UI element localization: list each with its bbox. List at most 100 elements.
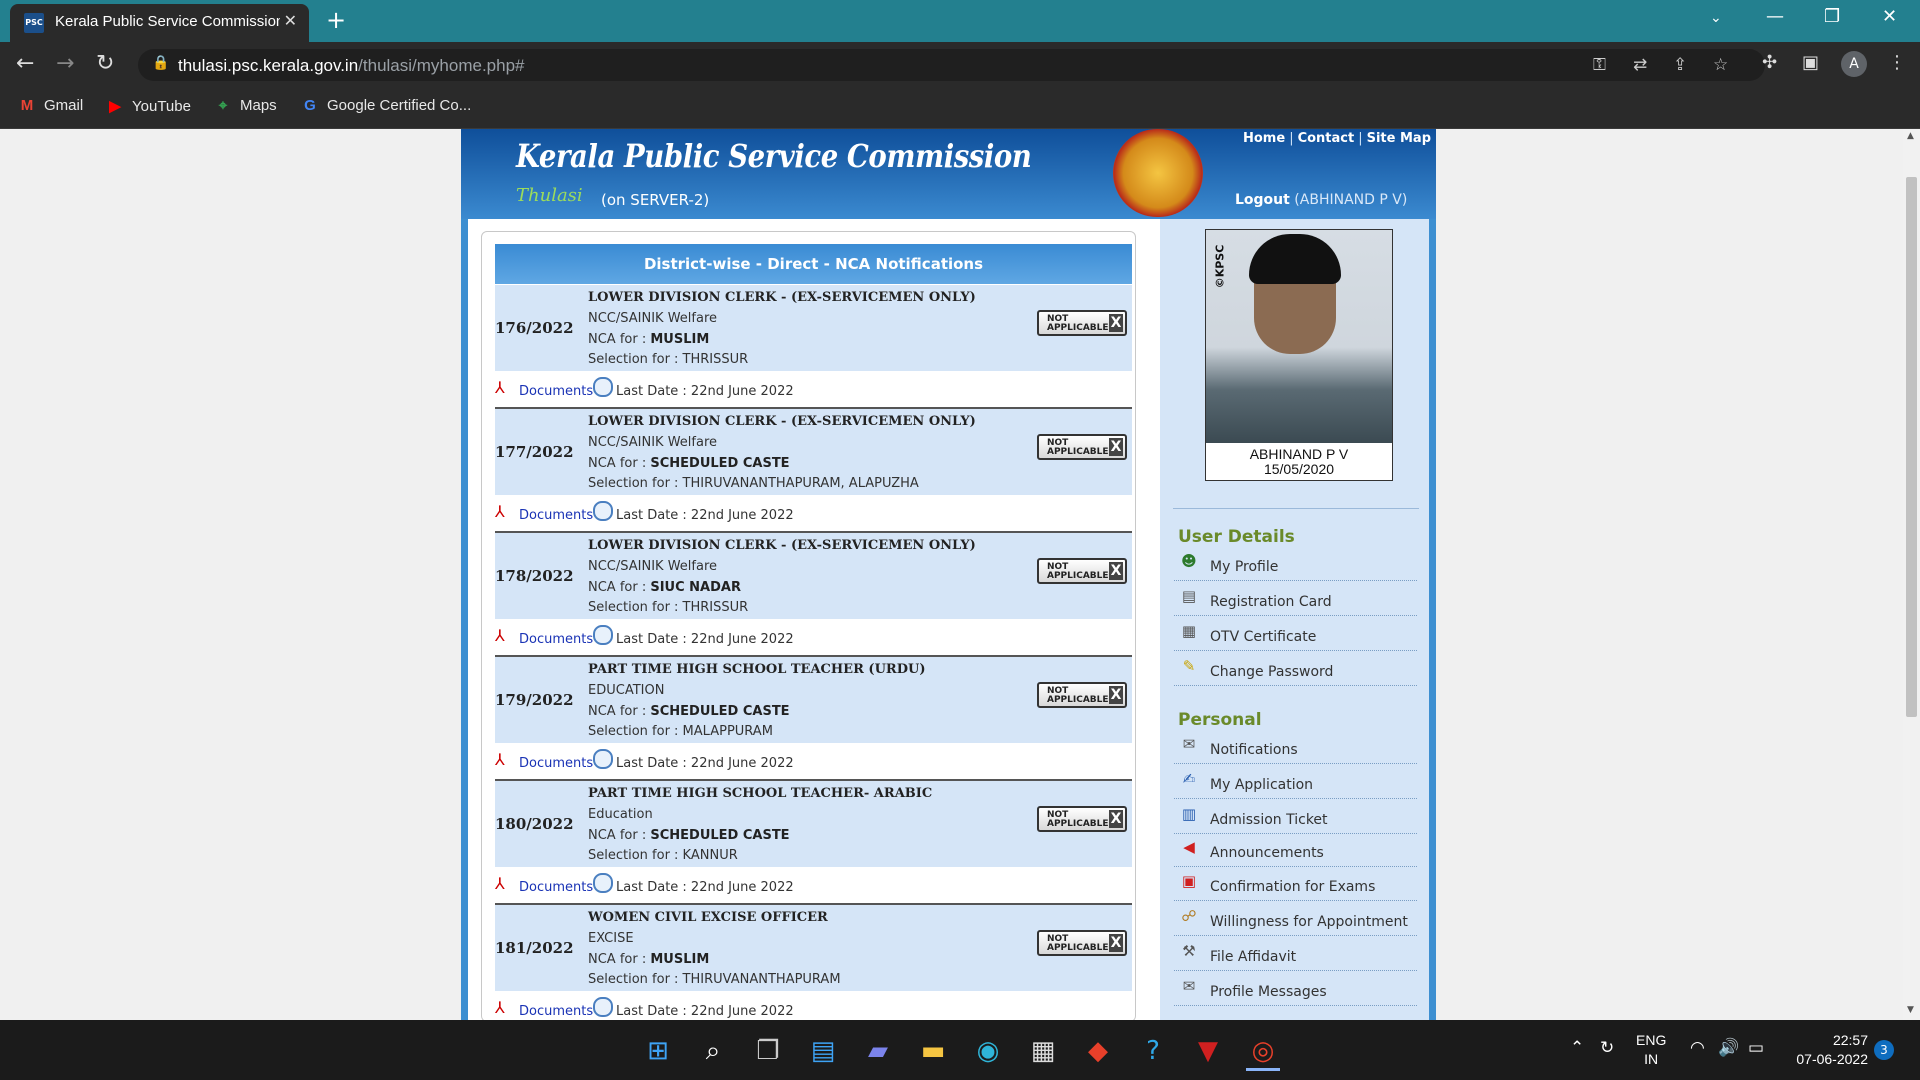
sidebar-item-my-profile[interactable]: ☻ My Profile — [1174, 546, 1417, 581]
sidebar-item-notifications[interactable]: ✉ Notifications — [1174, 729, 1417, 764]
pdf-icon[interactable]: ⅄ — [495, 502, 511, 521]
sidebar-item-label: My Profile — [1210, 559, 1279, 575]
sidebar-item-file-affidavit[interactable]: ⚒ File Affidavit — [1174, 936, 1417, 971]
last-date: Last Date : 22nd June 2022 — [616, 384, 794, 399]
notifications-panel: District-wise - Direct - NCA Notificatio… — [481, 231, 1136, 1020]
message-icon: ✉ — [1182, 977, 1196, 995]
bookmark-google-certified[interactable]: G Google Certified Co... — [301, 97, 471, 114]
pdf-icon[interactable]: ⅄ — [495, 874, 511, 893]
pdf-icon[interactable]: ⅄ — [495, 378, 511, 397]
close-tab-icon[interactable]: ✕ — [284, 11, 297, 30]
windows-start-icon[interactable]: ⊞ — [641, 1034, 675, 1068]
bookmark-star-icon[interactable]: ☆ — [1713, 55, 1728, 75]
documents-link[interactable]: Documents — [519, 632, 593, 647]
lock-icon[interactable]: 🔒 — [152, 55, 169, 71]
pdf-icon[interactable]: ⅄ — [495, 750, 511, 769]
logged-in-user: (ABHINAND P V) — [1294, 192, 1408, 208]
forward-button[interactable]: → — [56, 51, 74, 76]
system-clock[interactable]: 22:57 07-06-2022 — [1786, 1031, 1868, 1069]
contact-link[interactable]: Contact — [1298, 131, 1355, 146]
pencil-icon: ✎ — [1182, 657, 1196, 675]
bookmark-gmail[interactable]: M Gmail — [18, 97, 83, 114]
scroll-down-icon[interactable]: ▼ — [1907, 1005, 1914, 1015]
browser-tab[interactable]: PSC Kerala Public Service Commission ✕ — [10, 4, 309, 42]
chrome-icon[interactable]: ◎ — [1246, 1034, 1280, 1071]
volume-icon[interactable]: 🔊 — [1718, 1038, 1739, 1058]
share-icon[interactable]: ⇪ — [1673, 55, 1687, 75]
clock-icon — [593, 625, 613, 645]
selection-district: Selection for : THIRUVANANTHAPURAM, ALAP… — [588, 476, 919, 491]
scroll-thumb[interactable] — [1906, 177, 1917, 717]
not-applicable-button[interactable]: NOT APPLICABLE X — [1037, 434, 1127, 460]
sidebar-item-otv-certificate[interactable]: ▦ OTV Certificate — [1174, 616, 1417, 651]
translate-icon[interactable]: ⇄ — [1633, 55, 1647, 75]
sidebar-item-my-application[interactable]: ✍ My Application — [1174, 764, 1417, 799]
tab-title: Kerala Public Service Commission — [55, 13, 280, 30]
logout-link[interactable]: Logout — [1235, 192, 1290, 208]
notification-number: 178/2022 — [495, 567, 574, 585]
sidebar-item-profile-messages[interactable]: ✉ Profile Messages — [1174, 971, 1417, 1006]
selection-district: Selection for : THIRUVANANTHAPURAM — [588, 972, 841, 987]
minimize-button[interactable]: — — [1766, 6, 1784, 27]
key-icon[interactable]: ⚿ — [1593, 55, 1606, 75]
not-applicable-button[interactable]: NOT APPLICABLE X — [1037, 806, 1127, 832]
not-applicable-button[interactable]: NOT APPLICABLE X — [1037, 682, 1127, 708]
address-bar[interactable]: 🔒 thulasi.psc.kerala.gov.in/thulasi/myho… — [138, 49, 1765, 81]
not-applicable-button[interactable]: NOT APPLICABLE X — [1037, 558, 1127, 584]
wifi-icon[interactable]: ◠ — [1690, 1038, 1705, 1058]
documents-link[interactable]: Documents — [519, 756, 593, 771]
close-window-button[interactable]: ✕ — [1882, 6, 1897, 27]
profile-avatar[interactable]: A — [1841, 51, 1867, 77]
home-link[interactable]: Home — [1243, 131, 1285, 146]
sync-icon[interactable]: ↻ — [1600, 1038, 1614, 1058]
edge-icon[interactable]: ◉ — [971, 1034, 1005, 1068]
help-icon[interactable]: ? — [1136, 1034, 1170, 1068]
new-tab-button[interactable]: + — [326, 6, 346, 34]
documents-link[interactable]: Documents — [519, 1004, 593, 1019]
pdf-icon[interactable]: ⅄ — [495, 626, 511, 645]
sidebar-item-change-password[interactable]: ✎ Change Password — [1174, 651, 1417, 686]
ticket-icon: ▥ — [1181, 805, 1197, 823]
sidebar-item-willingness-for-appointment[interactable]: ☍ Willingness for Appointment — [1174, 901, 1417, 936]
task-view-icon[interactable]: ❐ — [751, 1034, 785, 1068]
notification-badge[interactable]: 3 — [1874, 1040, 1894, 1060]
extensions-icon[interactable]: ✣ — [1762, 52, 1777, 73]
show-hidden-icons-chevron-icon[interactable]: ⌃ — [1570, 1038, 1584, 1058]
battery-icon[interactable]: ▭ — [1748, 1038, 1764, 1058]
documents-link[interactable]: Documents — [519, 508, 593, 523]
sidebar-item-announcements[interactable]: ◀ Announcements — [1174, 832, 1417, 867]
search-icon[interactable]: ⌕ — [696, 1034, 730, 1068]
bookmark-maps[interactable]: ⌖ Maps — [214, 97, 277, 114]
microsoft-store-icon[interactable]: ▦ — [1026, 1034, 1060, 1068]
tab-search-chevron-icon[interactable]: ⌄ — [1710, 10, 1722, 26]
documents-link[interactable]: Documents — [519, 880, 593, 895]
kpsc-watermark: ©KPSC — [1213, 244, 1227, 289]
notification-item: 179/2022 PART TIME HIGH SCHOOL TEACHER (… — [495, 657, 1132, 781]
anydesk-icon[interactable]: ◆ — [1081, 1034, 1115, 1068]
reload-button[interactable]: ↻ — [96, 51, 114, 76]
not-applicable-button[interactable]: NOT APPLICABLE X — [1037, 310, 1127, 336]
documents-link[interactable]: Documents — [519, 384, 593, 399]
notification-number: 177/2022 — [495, 443, 574, 461]
site-map-link[interactable]: Site Map — [1367, 131, 1431, 146]
sidebar-item-confirmation-for-exams[interactable]: ▣ Confirmation for Exams — [1174, 866, 1417, 901]
sidebar-item-registration-card[interactable]: ▤ Registration Card — [1174, 581, 1417, 616]
side-panel-icon[interactable]: ▣ — [1802, 52, 1819, 73]
pdf-icon[interactable]: ⅄ — [495, 998, 511, 1017]
back-button[interactable]: ← — [16, 51, 34, 76]
sidebar-item-label: OTV Certificate — [1210, 629, 1317, 645]
menu-icon[interactable]: ⋮ — [1888, 52, 1906, 73]
mcafee-icon[interactable]: ▼ — [1191, 1034, 1225, 1068]
widgets-icon[interactable]: ▤ — [806, 1034, 840, 1068]
page-scrollbar[interactable]: ▲ ▼ — [1903, 129, 1920, 1020]
teams-chat-icon[interactable]: ▰ — [861, 1034, 895, 1068]
restore-button[interactable]: ❐ — [1824, 6, 1840, 27]
file-explorer-icon[interactable]: ▬ — [916, 1034, 950, 1068]
sidebar-item-admission-ticket[interactable]: ▥ Admission Ticket — [1174, 799, 1417, 834]
department: EXCISE — [588, 931, 634, 946]
scroll-up-icon[interactable]: ▲ — [1907, 131, 1914, 141]
language-indicator[interactable]: ENG IN — [1636, 1031, 1666, 1069]
bookmark-youtube[interactable]: ▶ YouTube — [106, 97, 191, 115]
gavel-icon: ⚒ — [1182, 942, 1196, 960]
not-applicable-button[interactable]: NOT APPLICABLE X — [1037, 930, 1127, 956]
